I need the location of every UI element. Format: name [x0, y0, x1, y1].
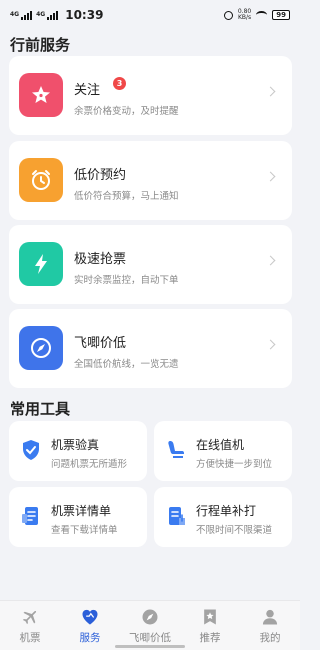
- service-card-fast-ticket[interactable]: 极速抢票 实时余票监控，自动下单: [9, 225, 292, 304]
- home-indicator[interactable]: [115, 645, 185, 648]
- tool-card-ticket-verify[interactable]: 机票验真 问题机票无所遁形: [9, 421, 147, 481]
- chevron-right-icon: [265, 86, 276, 97]
- battery-level: 99: [276, 11, 286, 19]
- service-card-follow[interactable]: 关注 3 余票价格变动，及时提醒: [9, 56, 292, 135]
- bookmark-star-icon: [199, 607, 221, 627]
- ticket-detail-icon: [18, 503, 44, 529]
- tab-profile[interactable]: 我的: [240, 601, 300, 650]
- tool-title: 机票详情单: [51, 504, 112, 518]
- service-subtitle: 全国低价航线，一览无遗: [74, 359, 179, 370]
- wifi-icon: [256, 11, 268, 19]
- service-title: 极速抢票: [74, 252, 127, 267]
- tab-label: 服务: [79, 632, 101, 644]
- chevron-right-icon: [265, 339, 276, 350]
- tool-subtitle: 方便快捷一步到位: [196, 459, 273, 470]
- user-icon: [259, 607, 281, 627]
- tab-label: 机票: [19, 632, 41, 644]
- service-title: 关注: [74, 83, 101, 98]
- compass-icon: [19, 326, 63, 370]
- status-bar: 4G 4G 10:39 0.80 KB/s 99: [0, 0, 300, 30]
- tool-title: 在线值机: [196, 438, 245, 452]
- tab-label: 推荐: [199, 632, 221, 644]
- network-type-label: 4G: [36, 10, 46, 18]
- heart-icon: [79, 607, 101, 627]
- service-card-low-fare-routes[interactable]: 飞唧价低 全国低价航线，一览无遗: [9, 309, 292, 388]
- star-icon: [19, 73, 63, 117]
- notification-badge: 3: [113, 77, 126, 90]
- service-subtitle: 余票价格变动，及时提醒: [74, 106, 179, 117]
- network-speed: 0.80 KB/s: [238, 9, 251, 21]
- signal-icon: 4G: [36, 10, 59, 20]
- service-subtitle: 实时余票监控，自动下单: [74, 275, 179, 286]
- shield-check-icon: [18, 437, 44, 463]
- tool-card-online-checkin[interactable]: 在线值机 方便快捷一步到位: [154, 421, 292, 481]
- clock: 10:39: [65, 8, 104, 22]
- section-title-services: 行前服务: [10, 36, 71, 54]
- plane-icon: [19, 607, 41, 627]
- tab-flights[interactable]: 机票: [0, 601, 60, 650]
- tool-card-itinerary-reprint[interactable]: 行程单补打 不限时间不限渠道: [154, 487, 292, 547]
- service-title: 低价预约: [74, 168, 127, 183]
- tab-label: 飞唧价低: [129, 632, 171, 644]
- alarm-clock-icon: [19, 158, 63, 202]
- chevron-right-icon: [265, 171, 276, 182]
- section-title-tools: 常用工具: [10, 400, 71, 418]
- tool-title: 机票验真: [51, 438, 100, 452]
- seat-icon: [163, 437, 189, 463]
- tab-recommend[interactable]: 推荐: [180, 601, 240, 650]
- signal-group: 4G 4G 10:39: [10, 8, 103, 22]
- tool-subtitle: 查看下载详情单: [51, 525, 118, 536]
- service-title: 飞唧价低: [74, 336, 127, 351]
- battery-icon: 99: [272, 10, 290, 20]
- tool-title: 行程单补打: [196, 504, 257, 518]
- signal-icon: 4G: [10, 10, 33, 20]
- service-card-low-price-booking[interactable]: 低价预约 低价符合预算，马上通知: [9, 141, 292, 220]
- tab-services[interactable]: 服务: [60, 601, 120, 650]
- bottom-tab-bar: 机票 服务 飞唧价低 推荐 我的: [0, 600, 300, 650]
- tool-subtitle: 不限时间不限渠道: [196, 525, 273, 536]
- tab-low-fare[interactable]: 飞唧价低: [120, 601, 180, 650]
- speed-unit: KB/s: [237, 14, 252, 21]
- service-subtitle: 低价符合预算，马上通知: [74, 191, 179, 202]
- tool-subtitle: 问题机票无所遁形: [51, 459, 128, 470]
- tab-label: 我的: [259, 632, 281, 644]
- tool-card-ticket-detail[interactable]: 机票详情单 查看下载详情单: [9, 487, 147, 547]
- chevron-right-icon: [265, 255, 276, 266]
- itinerary-icon: [163, 503, 189, 529]
- network-type-label: 4G: [10, 10, 20, 18]
- compass-icon: [139, 607, 161, 627]
- alarm-icon: [223, 10, 233, 20]
- lightning-icon: [19, 242, 63, 286]
